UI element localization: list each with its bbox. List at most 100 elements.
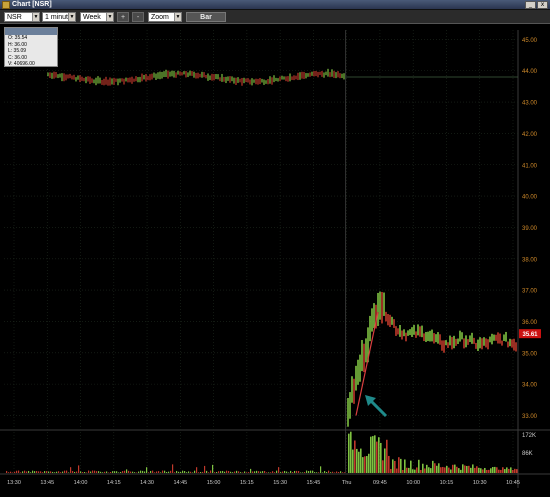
volume-bar bbox=[54, 472, 56, 473]
volume-bar bbox=[292, 472, 294, 473]
volume-bar bbox=[392, 459, 394, 473]
volume-bar bbox=[224, 471, 226, 473]
volume-bar bbox=[478, 467, 480, 473]
volume-bar bbox=[362, 457, 364, 473]
volume-bar bbox=[220, 471, 222, 473]
zoom-select[interactable]: Zoom ▼ bbox=[148, 12, 182, 22]
zoom-in-button[interactable]: + bbox=[117, 12, 129, 22]
chevron-down-icon[interactable]: ▼ bbox=[32, 13, 39, 21]
price-chart[interactable]: 45.00 44.00 43.00 42.00 41.00 40.00 39.00 38.00… bbox=[0, 24, 550, 497]
volume-bar bbox=[490, 468, 492, 473]
volume-bar bbox=[450, 469, 452, 473]
close-button[interactable]: x bbox=[537, 1, 548, 9]
ohlc-info-box: O: 35.54 H: 36.00 L: 35.09 C: 36.00 V: 4… bbox=[4, 27, 58, 67]
volume-bar bbox=[92, 470, 94, 473]
volume-bar bbox=[342, 472, 344, 473]
volume-bar bbox=[254, 471, 256, 473]
chevron-down-icon[interactable]: ▼ bbox=[174, 13, 181, 21]
volume-bar bbox=[416, 467, 418, 473]
price-tick-label: 36.00 bbox=[522, 320, 538, 326]
volume-bar bbox=[514, 468, 516, 473]
volume-bar bbox=[194, 470, 196, 473]
time-tick-label: 15:00 bbox=[207, 480, 221, 486]
window-controls: _ x bbox=[525, 1, 548, 9]
volume-bar bbox=[246, 472, 248, 473]
volume-bar bbox=[286, 471, 288, 473]
volume-bar bbox=[244, 471, 246, 473]
volume-bar bbox=[458, 468, 460, 473]
volume-bar bbox=[16, 470, 18, 473]
volume-bar bbox=[424, 468, 426, 473]
volume-bar bbox=[278, 467, 280, 473]
volume-bar bbox=[8, 472, 10, 473]
volume-bar bbox=[160, 472, 162, 473]
volume-bar bbox=[222, 470, 224, 473]
volume-bar bbox=[338, 472, 340, 473]
volume-bar bbox=[364, 456, 366, 473]
volume-bar bbox=[396, 468, 398, 473]
volume-bar bbox=[130, 471, 132, 473]
chart-area[interactable]: 45.00 44.00 43.00 42.00 41.00 40.00 39.00 38.00… bbox=[0, 24, 550, 497]
volume-bar bbox=[348, 433, 350, 473]
volume-bar bbox=[452, 464, 454, 473]
price-tick-label: 45.00 bbox=[522, 38, 538, 44]
price-tick-label: 37.00 bbox=[522, 289, 538, 295]
volume-bar bbox=[98, 471, 100, 473]
volume-bar bbox=[154, 472, 156, 473]
volume-bar bbox=[232, 472, 234, 473]
volume-bar bbox=[406, 467, 408, 473]
interval-select[interactable]: 1 minute ▼ bbox=[42, 12, 76, 22]
volume-bar bbox=[262, 471, 264, 473]
volume-bar bbox=[274, 472, 276, 473]
volume-bar bbox=[226, 470, 228, 473]
volume-bar bbox=[36, 470, 38, 473]
volume-bar bbox=[76, 471, 78, 473]
volume-bar bbox=[190, 471, 192, 473]
volume-bar bbox=[162, 470, 164, 473]
chevron-down-icon[interactable]: ▼ bbox=[68, 13, 75, 21]
chevron-down-icon[interactable]: ▼ bbox=[106, 13, 113, 21]
volume-bar bbox=[202, 471, 204, 473]
volume-bar bbox=[122, 471, 124, 473]
volume-bar bbox=[52, 471, 54, 473]
volume-bar bbox=[270, 472, 272, 473]
volume-bar bbox=[216, 471, 218, 473]
volume-bar bbox=[302, 472, 304, 473]
volume-bar bbox=[374, 435, 376, 473]
volume-bar bbox=[344, 472, 346, 473]
price-tick-label: 41.00 bbox=[522, 163, 538, 169]
volume-bar bbox=[208, 472, 210, 473]
window-titlebar: Chart [NSR] _ x bbox=[0, 0, 550, 10]
volume-bar bbox=[42, 472, 44, 473]
volume-bar bbox=[484, 467, 486, 473]
volume-bar bbox=[94, 470, 96, 473]
volume-bar bbox=[84, 471, 86, 473]
volume-bar bbox=[314, 472, 316, 473]
volume-bar bbox=[166, 471, 168, 473]
info-volume: V: 40696.00 bbox=[8, 61, 35, 67]
volume-bar bbox=[410, 460, 412, 473]
volume-bar bbox=[474, 467, 476, 473]
price-tick-label: 43.00 bbox=[522, 101, 538, 107]
range-select[interactable]: Week ▼ bbox=[80, 12, 114, 22]
volume-bar bbox=[504, 469, 506, 473]
volume-bar bbox=[20, 472, 22, 473]
time-axis: 13:30 13:45 14:00 14:15 14:30 14:45 15:00 15:15… bbox=[7, 480, 520, 486]
zoom-out-button[interactable]: - bbox=[132, 12, 144, 22]
volume-bar bbox=[68, 472, 70, 473]
volume-bar bbox=[440, 467, 442, 473]
symbol-combo[interactable]: NSR ▼ bbox=[4, 12, 40, 22]
volume-bar bbox=[66, 470, 68, 473]
volume-tick-label: 172K bbox=[522, 433, 536, 439]
volume-bar bbox=[180, 471, 182, 473]
price-tick-label: 34.00 bbox=[522, 383, 538, 389]
volume-bar bbox=[58, 471, 60, 473]
volume-bar bbox=[372, 436, 374, 473]
volume-bar bbox=[124, 470, 126, 473]
volume-bar bbox=[352, 449, 354, 473]
chart-style-button[interactable]: Bar bbox=[186, 12, 226, 22]
volume-bar bbox=[306, 470, 308, 473]
volume-bar bbox=[14, 471, 16, 473]
minimize-button[interactable]: _ bbox=[525, 1, 536, 9]
volume-bar bbox=[494, 466, 496, 473]
